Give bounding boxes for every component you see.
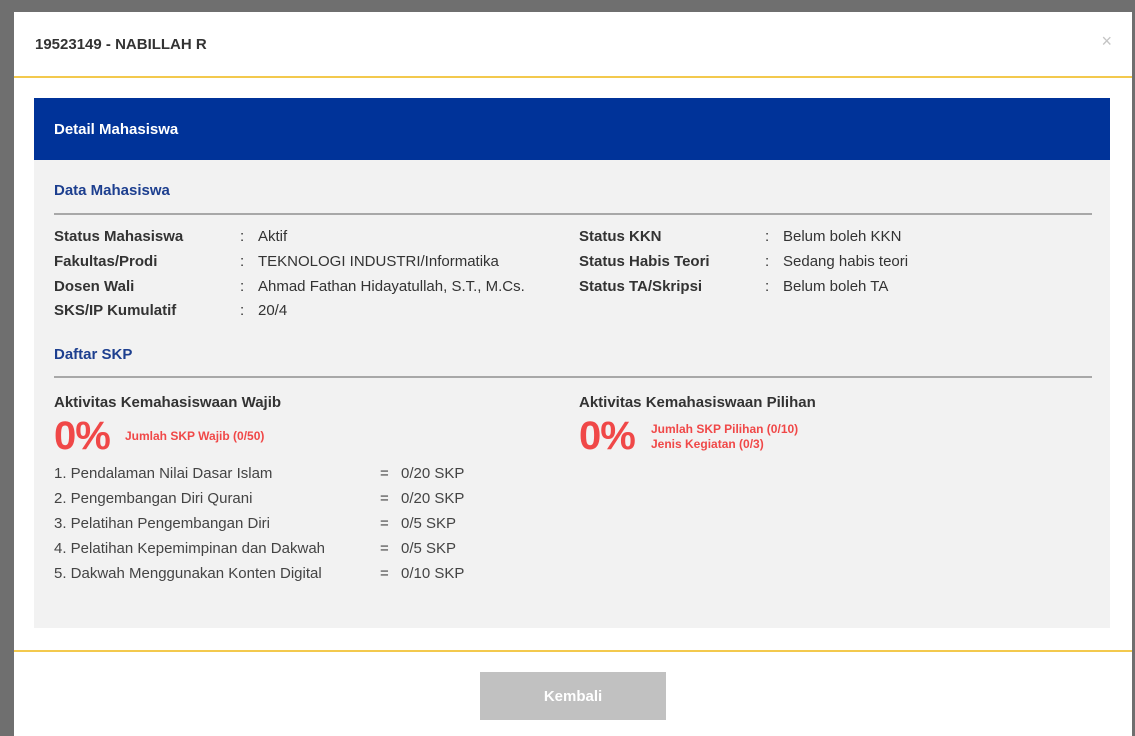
info-label: Dosen Wali [54,278,135,295]
wajib-percent: 0% [54,414,111,458]
skp-item: 4. Pelatihan Kepemimpinan dan Dakwah = 0… [54,540,456,557]
info-colon: : [240,302,245,319]
info-value: Aktif [258,228,288,245]
pilihan-percent: 0% [579,414,636,458]
panel-header: Detail Mahasiswa [34,98,1110,160]
wajib-title: Aktivitas Kemahasiswaan Wajib [54,394,282,411]
modal-footer: Kembali [14,650,1132,736]
info-value: Sedang habis teori [783,253,909,270]
info-label: Status TA/Skripsi [579,278,703,295]
divider [54,376,1092,378]
info-value: TEKNOLOGI INDUSTRI/Informatika [258,253,499,270]
info-value: Ahmad Fathan Hidayatullah, S.T., M.Cs. [258,278,525,295]
info-label: SKS/IP Kumulatif [54,302,177,319]
skp-item-eq: = [380,465,389,482]
skp-item-name: 2. Pengembangan Diri Qurani [54,490,253,507]
skp-section-title: Daftar SKP [54,346,133,363]
info-colon: : [765,228,770,245]
skp-item-eq: = [380,540,389,557]
skp-item-amount: 0/20 SKP [401,465,465,482]
info-colon: : [765,253,770,270]
info-label: Status Habis Teori [579,253,710,270]
info-label: Status KKN [579,228,662,245]
back-button[interactable]: Kembali [480,672,666,720]
divider [54,213,1092,215]
data-section-title: Data Mahasiswa [54,182,170,199]
detail-panel: Detail Mahasiswa Data Mahasiswa Status M… [34,98,1110,628]
skp-item: 1. Pendalaman Nilai Dasar Islam = 0/20 S… [54,465,464,482]
skp-item-amount: 0/10 SKP [401,565,465,582]
skp-item-amount: 0/5 SKP [401,540,457,557]
pilihan-note-kegiatan: Jenis Kegiatan (0/3) [651,437,764,451]
pilihan-title: Aktivitas Kemahasiswaan Pilihan [579,394,816,411]
info-value: 20/4 [258,302,288,319]
skp-item-name: 5. Dakwah Menggunakan Konten Digital [54,565,322,582]
info-colon: : [240,253,245,270]
skp-item: 2. Pengembangan Diri Qurani = 0/20 SKP [54,490,464,507]
skp-item-eq: = [380,515,389,532]
skp-item-eq: = [380,490,389,507]
info-label: Status Mahasiswa [54,228,184,245]
skp-item-eq: = [380,565,389,582]
info-colon: : [765,278,770,295]
skp-item-amount: 0/5 SKP [401,515,457,532]
skp-item: 5. Dakwah Menggunakan Konten Digital = 0… [54,565,464,582]
modal-title: 19523149 - NABILLAH R [35,36,207,53]
pilihan-note-skp: Jumlah SKP Pilihan (0/10) [651,422,799,436]
info-label: Fakultas/Prodi [54,253,158,270]
student-detail-modal: 19523149 - NABILLAH R × Detail Mahasiswa… [14,12,1132,736]
wajib-note: Jumlah SKP Wajib (0/50) [125,429,265,443]
info-colon: : [240,278,245,295]
close-icon[interactable]: × [1101,32,1112,50]
skp-item-name: 1. Pendalaman Nilai Dasar Islam [54,465,273,482]
info-value: Belum boleh KKN [783,228,902,245]
info-value: Belum boleh TA [783,278,889,295]
skp-item: 3. Pelatihan Pengembangan Diri = 0/5 SKP [54,515,456,532]
skp-item-amount: 0/20 SKP [401,490,465,507]
info-colon: : [240,228,245,245]
skp-item-name: 3. Pelatihan Pengembangan Diri [54,515,270,532]
modal-header: 19523149 - NABILLAH R × [14,12,1132,78]
skp-item-name: 4. Pelatihan Kepemimpinan dan Dakwah [54,540,326,557]
